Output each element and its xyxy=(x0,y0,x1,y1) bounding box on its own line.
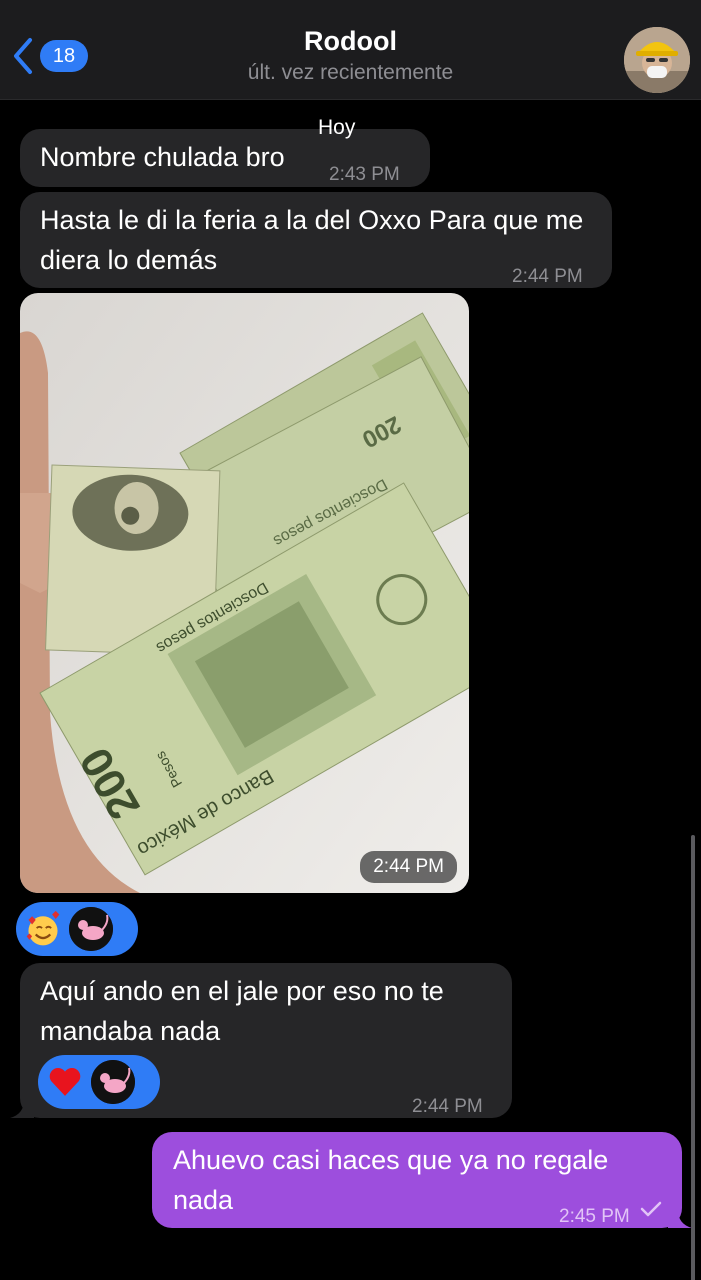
message-text: Aquí ando en el jale por eso no te manda… xyxy=(40,976,444,1046)
message-time: 2:45 PM xyxy=(559,1206,630,1227)
incoming-message[interactable]: Hasta le di la feria a la del Oxxo Para … xyxy=(20,192,612,288)
pink-panther-icon xyxy=(69,907,113,951)
red-heart-icon xyxy=(43,1060,87,1104)
contact-avatar[interactable] xyxy=(624,27,690,93)
photo-message[interactable]: Doscientos pesos 200 200 Pesos Banco de … xyxy=(20,293,469,893)
contact-name: Rodool xyxy=(304,26,397,56)
chat-header: 18 Rodool últ. vez recientemente xyxy=(0,0,701,100)
outgoing-message[interactable]: Ahuevo casi haces que ya no regale nada … xyxy=(152,1132,682,1228)
reactor-avatar xyxy=(91,1060,135,1104)
message-text: Nombre chulada bro xyxy=(40,142,285,172)
bubble-tail xyxy=(10,1100,34,1118)
banknotes-photo: Doscientos pesos 200 200 Pesos Banco de … xyxy=(20,293,469,893)
reactions-bar[interactable] xyxy=(38,1055,160,1109)
message-time: 2:44 PM xyxy=(512,266,583,287)
scrollbar[interactable] xyxy=(691,835,695,1280)
message-time: 2:44 PM xyxy=(412,1096,483,1117)
incoming-message[interactable]: Nombre chulada bro 2:43 PM xyxy=(20,129,430,187)
bubble-tail xyxy=(668,1210,692,1228)
checkmark-icon xyxy=(640,1201,662,1217)
message-time: 2:44 PM xyxy=(360,851,457,883)
message-time: 2:43 PM xyxy=(329,164,400,185)
contact-info[interactable]: Rodool últ. vez recientemente xyxy=(0,26,701,85)
last-seen-status: últ. vez recientemente xyxy=(247,61,454,84)
incoming-message[interactable]: Aquí ando en el jale por eso no te manda… xyxy=(20,963,512,1118)
reactions-bar[interactable] xyxy=(16,902,138,956)
message-list[interactable]: Nombre chulada bro 2:43 PM Hoy Hasta le … xyxy=(0,100,701,1280)
reactor-avatar xyxy=(69,907,113,951)
date-separator: Hoy xyxy=(318,116,356,139)
pink-panther-icon xyxy=(91,1060,135,1104)
smiling-face-with-hearts-icon xyxy=(21,907,65,951)
